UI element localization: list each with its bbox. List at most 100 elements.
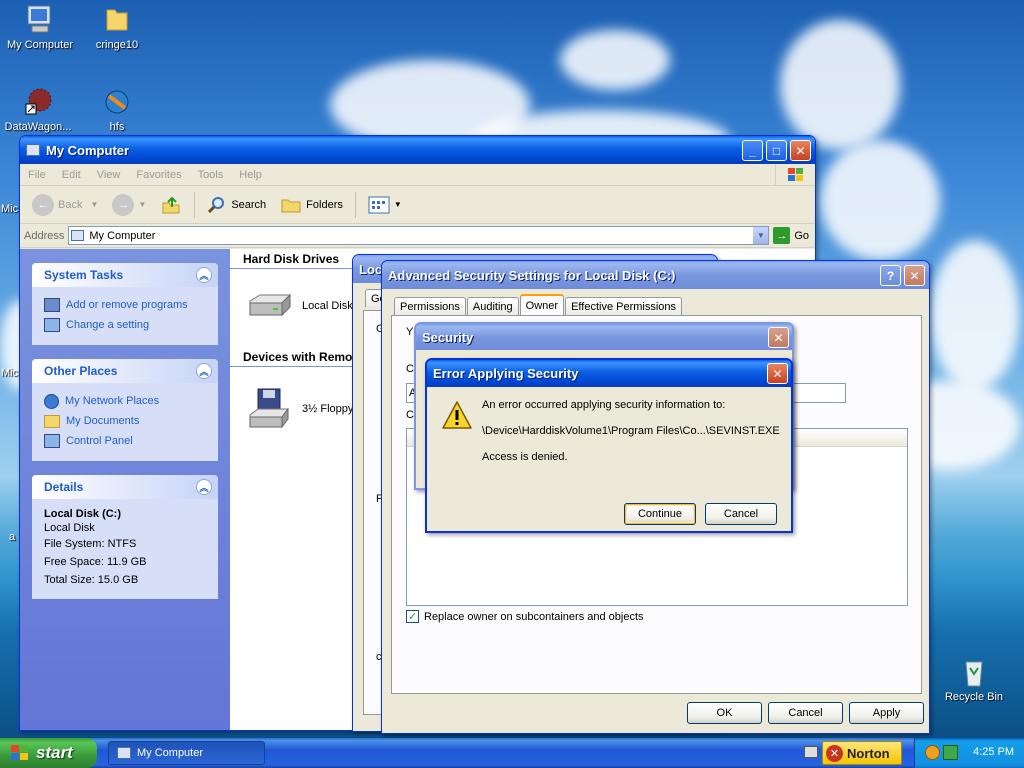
explorer-titlebar[interactable]: My Computer _ □ ✕ — [20, 136, 815, 164]
desktop-edge-text: a — [9, 531, 16, 543]
keyboard-tray-icon[interactable] — [804, 746, 818, 758]
tray-network-icon[interactable] — [943, 745, 958, 760]
up-folder-button[interactable] — [154, 192, 188, 218]
my-computer-small-icon — [117, 747, 131, 759]
close-button[interactable]: ✕ — [767, 363, 788, 384]
system-tasks-panel: System Tasks ︽ Add or remove programs Ch… — [32, 263, 218, 345]
chevron-down-icon: ▼ — [138, 200, 147, 209]
views-button[interactable]: ▼ — [362, 194, 408, 216]
warning-icon — [441, 400, 473, 433]
dialog-title: Error Applying Security — [433, 366, 579, 381]
desktop-icon-cringe10[interactable]: cringe10 — [77, 4, 157, 51]
desktop-icon-label: hfs — [109, 121, 125, 133]
system-tasks-header[interactable]: System Tasks ︽ — [32, 263, 218, 287]
address-dropdown-icon[interactable]: ▼ — [752, 227, 769, 244]
menu-edit[interactable]: Edit — [54, 169, 89, 181]
tray-app-icon[interactable] — [925, 745, 940, 760]
norton-close-icon: ✕ — [826, 744, 843, 762]
collapse-chevron-icon[interactable]: ︽ — [196, 267, 212, 283]
hard-drive-icon — [246, 291, 294, 321]
add-remove-programs-link[interactable]: Add or remove programs — [44, 295, 206, 315]
help-button[interactable]: ? — [880, 265, 901, 286]
desktop-edge-text: Mic — [1, 367, 19, 379]
go-button[interactable]: → Go — [769, 227, 815, 244]
apply-button[interactable]: Apply — [849, 702, 924, 724]
address-input[interactable]: My Computer ▼ — [68, 226, 770, 245]
cancel-button[interactable]: Cancel — [705, 503, 777, 525]
tab-permissions[interactable]: Permissions — [394, 297, 466, 315]
replace-owner-checkbox-row[interactable]: ✓ Replace owner on subcontainers and obj… — [406, 610, 644, 623]
my-network-places-link[interactable]: My Network Places — [44, 391, 206, 411]
desktop-icon-my-computer[interactable]: My Computer — [0, 4, 80, 51]
cancel-button[interactable]: Cancel — [768, 702, 843, 724]
search-button[interactable]: Search — [201, 193, 272, 217]
details-file-system: File System: NTFS — [44, 538, 137, 550]
desktop-icon-recycle-bin[interactable]: Recycle Bin — [934, 656, 1014, 703]
close-button[interactable]: ✕ — [768, 327, 789, 348]
details-type: Local Disk — [44, 522, 95, 534]
clock[interactable]: 4:25 PM — [973, 746, 1014, 758]
windows-logo-icon — [775, 164, 815, 186]
address-label: Address — [24, 229, 65, 242]
forward-button[interactable]: → ▼ — [106, 192, 152, 218]
hfs-icon — [99, 86, 135, 118]
menu-favorites[interactable]: Favorites — [128, 169, 189, 181]
desktop-icon-datawagon[interactable]: DataWagon... — [0, 86, 78, 133]
other-places-header[interactable]: Other Places ︽ — [32, 359, 218, 383]
control-panel-link[interactable]: Control Panel — [44, 431, 206, 451]
chevron-down-icon: ▼ — [393, 200, 402, 209]
folder-icon — [99, 4, 135, 36]
up-folder-icon — [160, 194, 182, 216]
views-icon — [368, 196, 390, 214]
folders-label: Folders — [306, 198, 343, 211]
close-button[interactable]: ✕ — [904, 265, 925, 286]
tab-auditing[interactable]: Auditing — [466, 297, 519, 315]
folders-button[interactable]: Folders — [274, 193, 349, 217]
back-button[interactable]: ← Back ▼ — [26, 192, 104, 218]
error-message-path: \Device\HarddiskVolume1\Program Files\Co… — [482, 425, 780, 437]
start-button[interactable]: start — [0, 738, 97, 768]
collapse-chevron-icon[interactable]: ︽ — [196, 363, 212, 379]
error-message-line1: An error occurred applying security info… — [482, 399, 726, 411]
menu-file[interactable]: File — [20, 169, 54, 181]
details-total-size: Total Size: 15.0 GB — [44, 574, 139, 586]
tab-owner[interactable]: Owner — [519, 294, 565, 315]
cloud — [930, 240, 1020, 390]
drive-label: 3½ Floppy — [302, 403, 354, 415]
address-bar: Address My Computer ▼ → Go — [20, 224, 815, 248]
norton-button[interactable]: ✕ Norton — [822, 741, 902, 765]
menu-tools[interactable]: Tools — [190, 169, 232, 181]
link-label: My Documents — [66, 415, 140, 427]
error-titlebar[interactable]: Error Applying Security ✕ — [427, 360, 791, 387]
window-title: My Computer — [46, 142, 130, 158]
taskbar-item-my-computer[interactable]: My Computer — [108, 741, 265, 765]
windows-flag-icon — [10, 744, 30, 762]
add-remove-programs-icon — [44, 298, 60, 312]
ok-button[interactable]: OK — [687, 702, 762, 724]
menu-view[interactable]: View — [89, 169, 129, 181]
window-title: Loc — [359, 261, 383, 277]
change-setting-link[interactable]: Change a setting — [44, 315, 206, 335]
link-label: My Network Places — [65, 395, 160, 407]
minimize-button[interactable]: _ — [742, 140, 763, 161]
desktop-icon-hfs[interactable]: hfs — [77, 86, 157, 133]
maximize-button[interactable]: □ — [766, 140, 787, 161]
link-label: Change a setting — [66, 319, 150, 331]
tab-effective-permissions[interactable]: Effective Permissions — [565, 297, 683, 315]
back-label: Back — [58, 198, 83, 211]
security-titlebar[interactable]: Security ✕ — [416, 324, 792, 350]
owner-text-fragment: Y — [406, 326, 414, 338]
checkbox-checked-icon[interactable]: ✓ — [406, 610, 419, 623]
system-tasks-title: System Tasks — [44, 268, 124, 282]
advanced-titlebar[interactable]: Advanced Security Settings for Local Dis… — [382, 261, 929, 289]
close-button[interactable]: ✕ — [790, 140, 811, 161]
desktop-icon-label: My Computer — [6, 39, 74, 51]
search-icon — [207, 195, 227, 215]
documents-folder-icon — [44, 414, 60, 428]
continue-button[interactable]: Continue — [624, 503, 696, 525]
norton-label: Norton — [847, 745, 890, 761]
my-documents-link[interactable]: My Documents — [44, 411, 206, 431]
details-header[interactable]: Details ︽ — [32, 475, 218, 499]
collapse-chevron-icon[interactable]: ︽ — [196, 479, 212, 495]
menu-help[interactable]: Help — [231, 169, 270, 181]
